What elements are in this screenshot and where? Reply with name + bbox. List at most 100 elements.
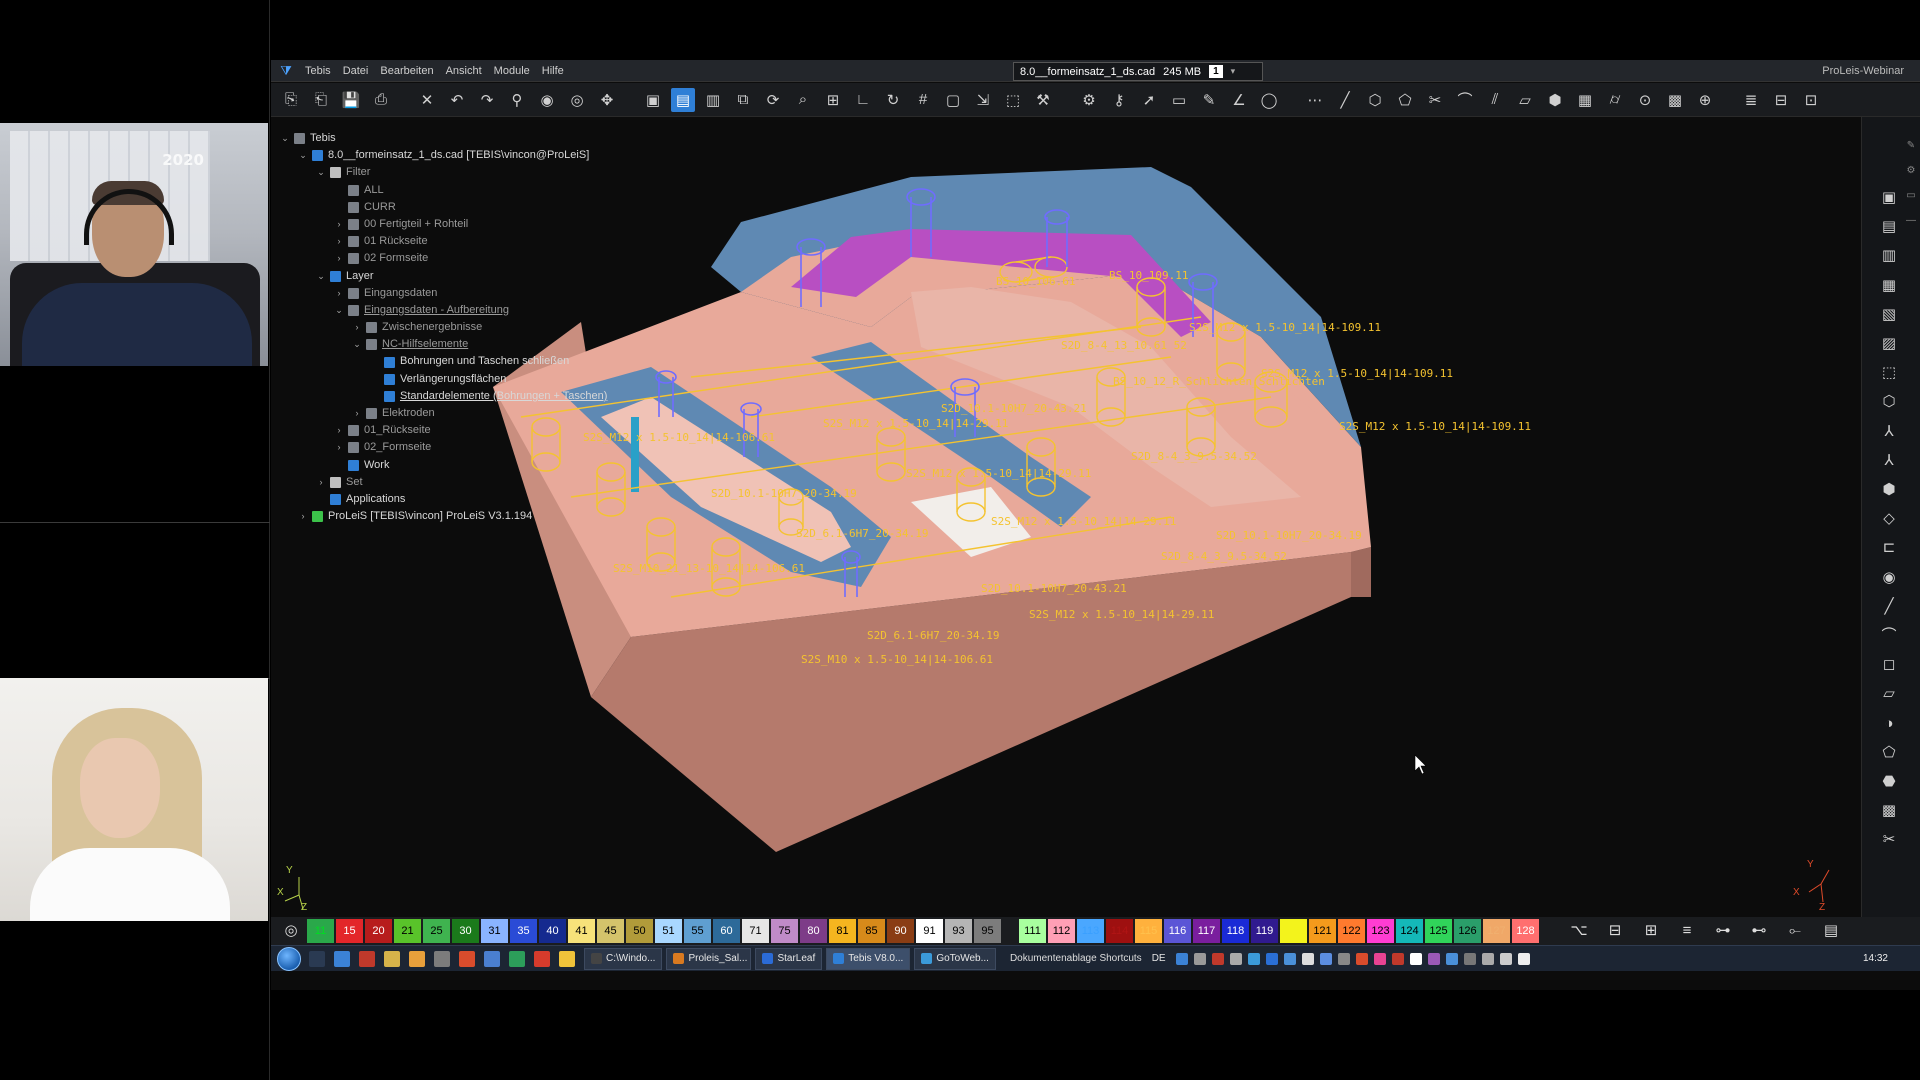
chevron-down-icon[interactable]: ▾ <box>1231 66 1236 77</box>
curve-icon[interactable]: ⌒ <box>1453 88 1477 112</box>
color-swatch-123[interactable]: 123 <box>1367 919 1394 943</box>
color-swatch-90[interactable]: 90 <box>887 919 914 943</box>
pdf-icon[interactable] <box>534 950 550 967</box>
taskbar-task[interactable]: Tebis V8.0... <box>826 947 911 970</box>
tree-node[interactable]: ⌄ 8.0__formeinsatz_1_ds.cad [TEBIS\vincon… <box>279 147 659 164</box>
tree-node[interactable]: › 01 Rückseite <box>279 233 659 250</box>
color-swatch-121[interactable]: 121 <box>1309 919 1336 943</box>
view-side-icon[interactable]: ▥ <box>701 88 725 112</box>
color-swatch-55[interactable]: 55 <box>684 919 711 943</box>
color-swatch-51[interactable]: 51 <box>655 919 682 943</box>
color-swatch-15[interactable]: 15 <box>336 919 363 943</box>
chevron-down-icon[interactable]: ⌄ <box>279 130 291 147</box>
list-icon[interactable]: ≡ <box>1675 919 1699 943</box>
taskbar-task[interactable]: Proleis_Sal... <box>666 947 752 970</box>
tray-icon[interactable] <box>1481 952 1494 965</box>
color-swatch-41[interactable]: 41 <box>568 919 595 943</box>
app-icon[interactable] <box>509 950 525 967</box>
tray-icon[interactable] <box>1175 952 1188 965</box>
filter-icon[interactable]: ⚲ <box>505 88 529 112</box>
tray-icon[interactable] <box>1373 952 1386 965</box>
group-icon[interactable]: ⊟ <box>1769 88 1793 112</box>
hierarchy-icon[interactable]: ⌥ <box>1567 919 1591 943</box>
plane-icon[interactable]: ▱ <box>1513 88 1537 112</box>
tree-node[interactable]: ⌄ Eingangsdaten - Aufbereitung <box>279 302 659 319</box>
chevron-right-icon[interactable]: › <box>333 422 345 439</box>
tree-node[interactable]: Applications <box>279 491 659 508</box>
chevron-right-icon[interactable]: › <box>333 285 345 302</box>
shade-icon[interactable]: ◑ <box>1878 713 1900 735</box>
tree-node[interactable]: ⌄ Filter <box>279 164 659 181</box>
tree-node[interactable]: ALL <box>279 182 659 199</box>
tree-node[interactable]: ⌄ Layer <box>279 268 659 285</box>
ungroup-icon[interactable]: ⊡ <box>1799 88 1823 112</box>
show-icon[interactable]: ◉ <box>535 88 559 112</box>
tree-node[interactable]: Verlängerungsflächen <box>279 371 659 388</box>
view-back-icon[interactable]: ▨ <box>1878 333 1900 355</box>
wrench-icon[interactable]: ⚒ <box>1031 88 1055 112</box>
tray-icon[interactable] <box>1463 952 1476 965</box>
color-swatch-113[interactable]: 113 <box>1077 919 1104 943</box>
view-top-icon[interactable]: ▣ <box>1878 187 1900 209</box>
chrome-icon[interactable] <box>459 950 475 967</box>
tree-node[interactable]: CURR <box>279 199 659 216</box>
palette-icon[interactable]: ◎ <box>279 919 303 943</box>
chevron-down-icon[interactable]: ⌄ <box>297 147 309 164</box>
tray-icon[interactable] <box>1247 952 1260 965</box>
tray-icon[interactable] <box>1319 952 1332 965</box>
tree-node[interactable]: › 02 Formseite <box>279 250 659 267</box>
tray-icon[interactable] <box>1355 952 1368 965</box>
axis-alt-icon[interactable]: ⅄ <box>1878 450 1900 472</box>
tray-icon[interactable] <box>1409 952 1422 965</box>
explorer-icon[interactable] <box>384 950 400 967</box>
tray-icon[interactable] <box>1301 952 1314 965</box>
color-swatch-126[interactable]: 126 <box>1454 919 1481 943</box>
shortcut-folder-label[interactable]: Dokumentenablage Shortcuts <box>1010 953 1142 964</box>
color-swatch-128[interactable]: 128 <box>1512 919 1539 943</box>
zoom-icon[interactable]: ⌕ <box>791 88 815 112</box>
view-3d-icon[interactable]: ⬚ <box>1878 362 1900 384</box>
desktop-icon[interactable] <box>309 950 325 967</box>
tree-node[interactable]: › Zwischenergebnisse <box>279 319 659 336</box>
cube-icon[interactable]: ⬚ <box>1001 88 1025 112</box>
chevron-down-icon[interactable]: ⌄ <box>315 164 327 181</box>
color-swatch-127[interactable]: 127 <box>1483 919 1510 943</box>
menu-ansicht[interactable]: Ansicht <box>440 60 488 82</box>
color-swatch-40[interactable]: 40 <box>539 919 566 943</box>
tray-icon[interactable] <box>1391 952 1404 965</box>
surface-icon[interactable]: ⬠ <box>1393 88 1417 112</box>
tray-icon[interactable] <box>1211 952 1224 965</box>
menu-module[interactable]: Module <box>488 60 536 82</box>
color-swatch-50[interactable]: 50 <box>626 919 653 943</box>
chevron-right-icon[interactable]: › <box>333 233 345 250</box>
box-view-icon[interactable]: ⬢ <box>1878 479 1900 501</box>
color-swatch-11[interactable]: 11 <box>307 919 334 943</box>
union-icon[interactable]: ⊕ <box>1693 88 1717 112</box>
color-swatch-115[interactable]: 115 <box>1135 919 1162 943</box>
view-left-icon[interactable]: ▥ <box>1878 245 1900 267</box>
color-swatch-117[interactable]: 117 <box>1193 919 1220 943</box>
chevron-right-icon[interactable]: › <box>315 474 327 491</box>
color-swatch-35[interactable]: 35 <box>510 919 537 943</box>
tray-icon[interactable] <box>1499 952 1512 965</box>
color-swatch-60[interactable]: 60 <box>713 919 740 943</box>
tree-node[interactable]: › Set <box>279 474 659 491</box>
view-iso-icon[interactable]: ⬡ <box>1878 391 1900 413</box>
box-icon[interactable]: ⬡ <box>1363 88 1387 112</box>
tool-icon[interactable]: ⚙ <box>1077 88 1101 112</box>
tray-icon[interactable] <box>1283 952 1296 965</box>
chevron-down-icon[interactable]: ⌄ <box>333 302 345 319</box>
redo-icon[interactable]: ↷ <box>475 88 499 112</box>
chevron-right-icon[interactable]: › <box>333 216 345 233</box>
solid-icon[interactable]: ⬣ <box>1878 771 1900 793</box>
open-icon[interactable]: ⎘ <box>279 88 303 112</box>
menu-bearbeiten[interactable]: Bearbeiten <box>374 60 439 82</box>
tool-icon[interactable] <box>434 950 450 967</box>
language-indicator[interactable]: DE <box>1152 953 1166 964</box>
color-swatch-120[interactable]: 120 <box>1280 919 1307 943</box>
structure-tree[interactable]: ⌄ Tebis ⌄ 8.0__formeinsatz_1_ds.cad [TEBIS\… <box>279 130 659 525</box>
document-page-number[interactable]: 1 <box>1209 65 1223 78</box>
shell-icon[interactable]: ▦ <box>1573 88 1597 112</box>
split-icon[interactable]: ⫽ <box>1483 88 1507 112</box>
pen-icon[interactable]: ✎ <box>1197 88 1221 112</box>
